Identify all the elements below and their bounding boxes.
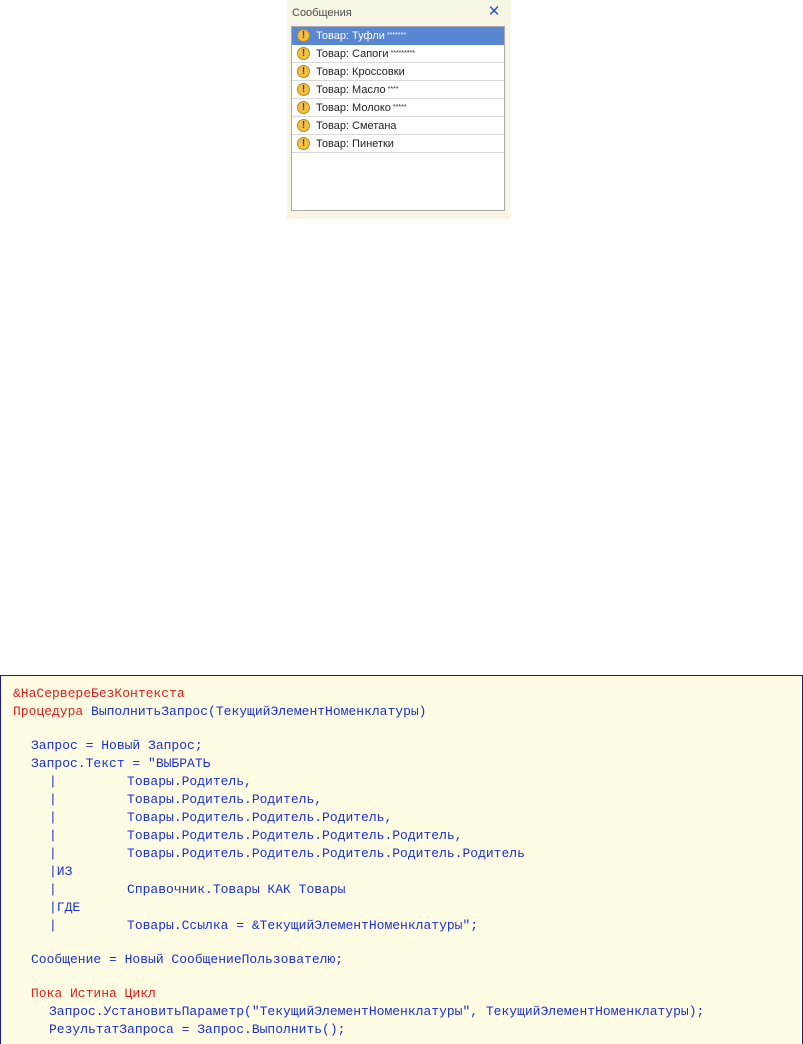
message-text: Товар: Сапоги [316, 47, 389, 60]
message-text: Товар: Туфли [316, 29, 385, 42]
close-icon[interactable]: ✕ [486, 4, 502, 20]
warning-icon: ! [297, 29, 310, 42]
warning-icon: ! [297, 65, 310, 78]
code-line: Сообщение = Новый СообщениеПользователю; [31, 952, 344, 967]
messages-panel-title: Сообщения [292, 7, 352, 19]
message-item[interactable]: ! Товар: Сапоги ********* [292, 45, 504, 63]
message-suffix: **** [387, 86, 399, 93]
message-text: Товар: Молоко [316, 101, 391, 114]
code-procedure-signature: ВыполнитьЗапрос(ТекущийЭлементНоменклату… [83, 704, 427, 719]
message-text: Товар: Сметана [316, 119, 397, 132]
code-line: Запрос = Новый Запрос; [31, 738, 203, 753]
code-editor[interactable]: &НаСервереБезКонтекста Процедура Выполни… [0, 675, 803, 1044]
warning-icon: ! [297, 137, 310, 150]
code-line: Пока Истина Цикл [31, 986, 156, 1001]
message-item[interactable]: ! Товар: Пинетки [292, 135, 504, 153]
code-line: | Товары.Ссылка = &ТекущийЭлементНоменкл… [49, 918, 479, 933]
code-line: | Справочник.Товары КАК Товары [49, 882, 346, 897]
code-line: | Товары.Родитель.Родитель.Родитель.Роди… [49, 828, 463, 843]
warning-icon: ! [297, 47, 310, 60]
message-text: Товар: Масло [316, 83, 386, 96]
message-item[interactable]: ! Товар: Масло **** [292, 81, 504, 99]
code-line: |ИЗ [49, 864, 73, 879]
code-line: | Товары.Родитель.Родитель.Родитель.Роди… [49, 846, 525, 861]
message-text: Товар: Пинетки [316, 137, 394, 150]
message-item[interactable]: ! Товар: Сметана [292, 117, 504, 135]
code-line: | Товары.Родитель.Родитель, [49, 792, 323, 807]
code-line: | Товары.Родитель.Родитель.Родитель, [49, 810, 393, 825]
warning-icon: ! [297, 119, 310, 132]
message-suffix: ********* [390, 50, 415, 57]
message-item[interactable]: ! Товар: Туфли ******* [292, 27, 504, 45]
messages-panel-header: Сообщения ✕ [287, 0, 511, 26]
messages-list[interactable]: ! Товар: Туфли ******* ! Товар: Сапоги *… [291, 26, 505, 211]
messages-panel: Сообщения ✕ ! Товар: Туфли ******* ! Тов… [287, 0, 511, 219]
code-line: |ГДЕ [49, 900, 81, 915]
code-line: | Товары.Родитель, [49, 774, 252, 789]
code-line: РезультатЗапроса = Запрос.Выполнить(); [49, 1022, 346, 1037]
message-item[interactable]: ! Товар: Кроссовки [292, 63, 504, 81]
warning-icon: ! [297, 101, 310, 114]
code-line-procedure: Процедура ВыполнитьЗапрос(ТекущийЭлемент… [13, 704, 426, 722]
warning-icon: ! [297, 83, 310, 96]
message-suffix: ***** [392, 104, 407, 111]
message-suffix: ******* [386, 32, 406, 39]
message-item[interactable]: ! Товар: Молоко ***** [292, 99, 504, 117]
code-line-directive: &НаСервереБезКонтекста [13, 686, 185, 701]
code-keyword-procedure: Процедура [13, 704, 84, 719]
message-text: Товар: Кроссовки [316, 65, 405, 78]
code-line: Запрос.УстановитьПараметр("ТекущийЭлемен… [49, 1004, 705, 1019]
code-line: Запрос.Текст = "ВЫБРАТЬ [31, 756, 211, 771]
